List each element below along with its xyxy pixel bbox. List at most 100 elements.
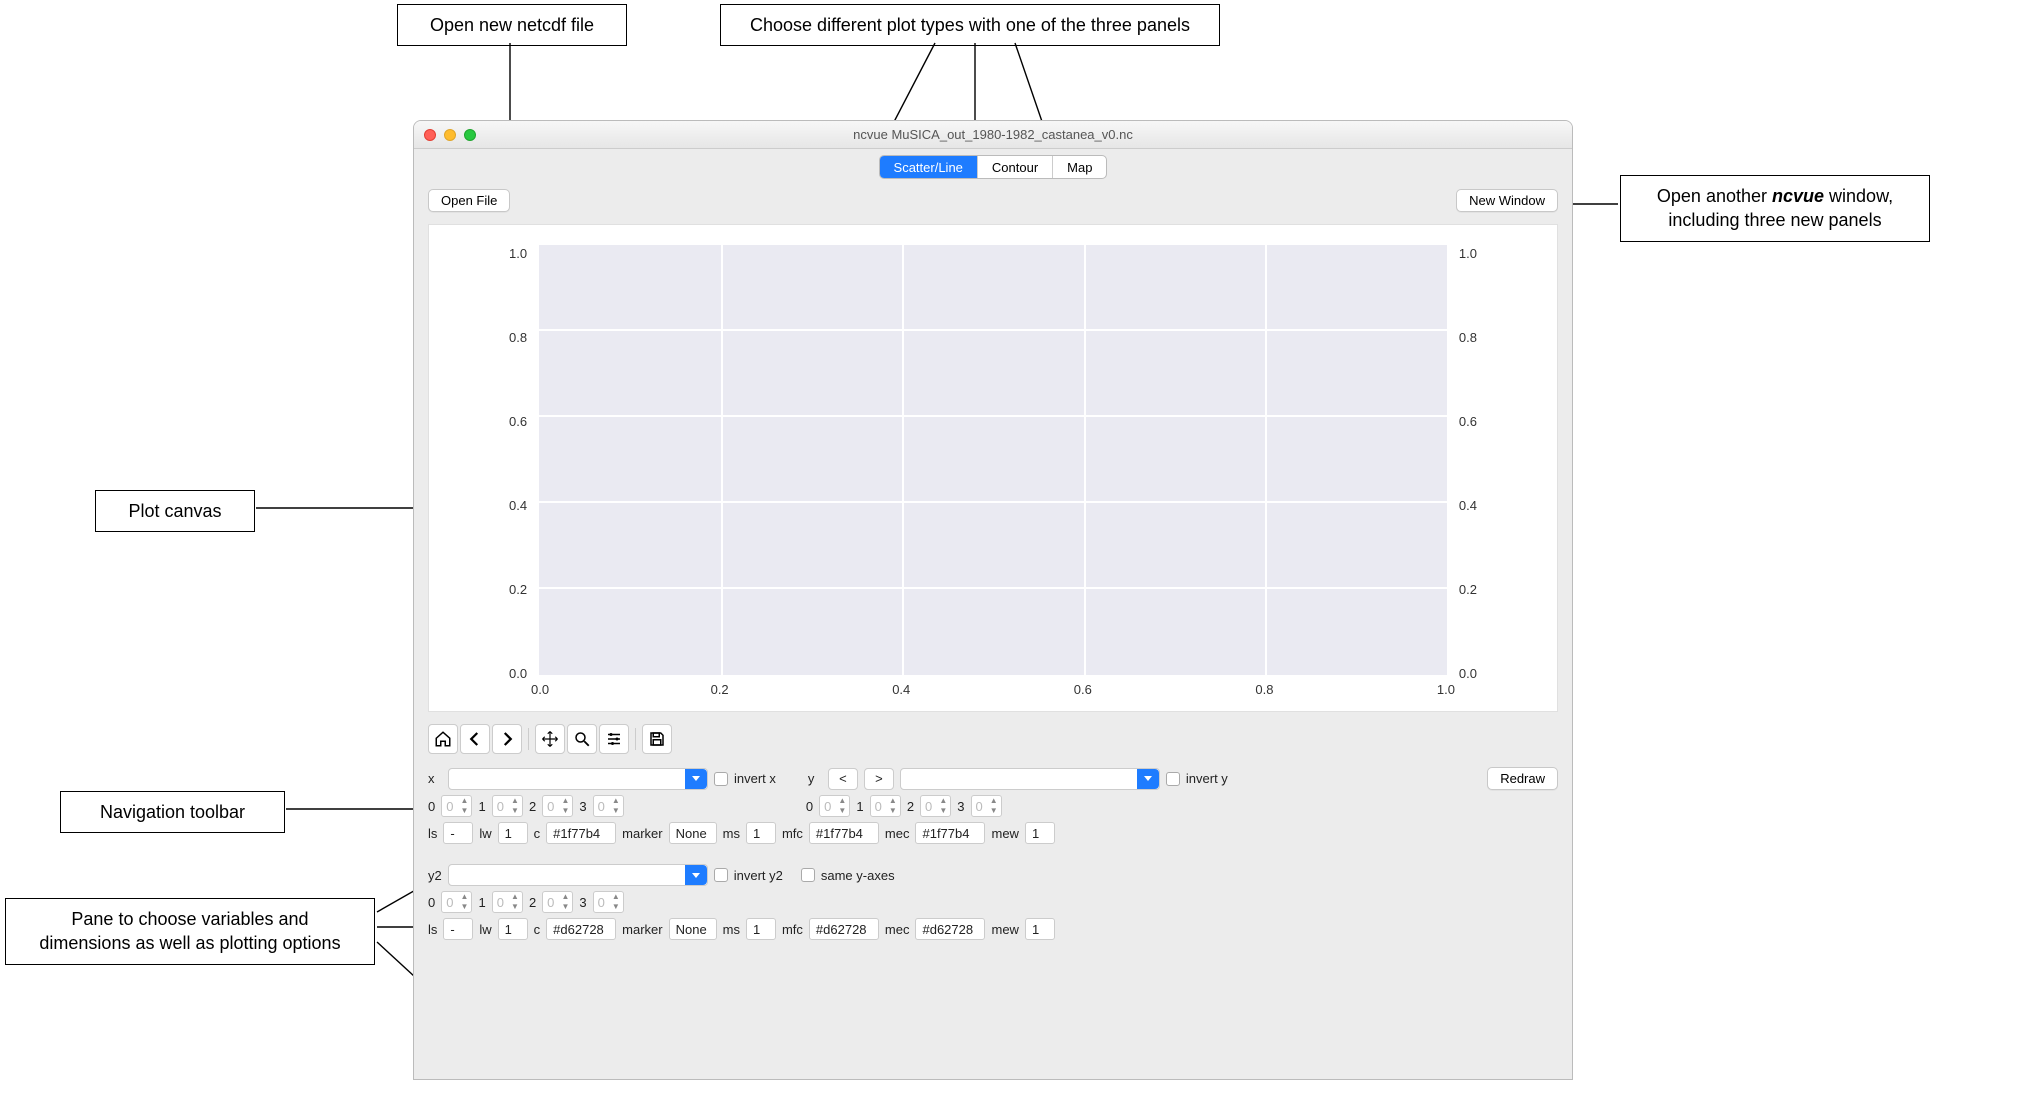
new-window-button[interactable]: New Window <box>1456 189 1558 212</box>
mec-input[interactable]: #1f77b4 <box>915 822 985 844</box>
ytick-right: 0.0 <box>1459 666 1477 681</box>
y2-dim2-spin[interactable]: 0▲▼ <box>542 891 573 913</box>
ms-input[interactable]: 1 <box>746 918 776 940</box>
marker-input[interactable]: None <box>669 822 717 844</box>
c-label: c <box>534 922 541 937</box>
invert-x-checkbox[interactable] <box>714 772 728 786</box>
y-prev-button[interactable]: < <box>828 768 858 790</box>
ytick-left: 1.0 <box>509 246 527 261</box>
lw-label: lw <box>479 922 491 937</box>
invert-y-checkbox[interactable] <box>1166 772 1180 786</box>
ytick-left: 0.8 <box>509 330 527 345</box>
x-dim1-spin[interactable]: 0▲▼ <box>492 795 523 817</box>
mew-input[interactable]: 1 <box>1025 822 1055 844</box>
dim-label: 1 <box>478 895 485 910</box>
dim-label: 2 <box>907 799 914 814</box>
mew-input[interactable]: 1 <box>1025 918 1055 940</box>
invert-y-label: invert y <box>1186 771 1228 786</box>
tab-contour[interactable]: Contour <box>978 156 1053 178</box>
y2-variable-select[interactable] <box>448 864 708 886</box>
back-icon[interactable] <box>460 724 490 754</box>
plot-canvas[interactable]: 0.0 0.2 0.4 0.6 0.8 1.0 0.0 0.2 0.4 0.6 … <box>428 224 1558 712</box>
c-input[interactable]: #1f77b4 <box>546 822 616 844</box>
dim-label: 1 <box>856 799 863 814</box>
pan-icon[interactable] <box>535 724 565 754</box>
ytick-left: 0.2 <box>509 582 527 597</box>
y-next-button[interactable]: > <box>864 768 894 790</box>
open-file-button[interactable]: Open File <box>428 189 510 212</box>
lw-input[interactable]: 1 <box>498 822 528 844</box>
dim-label: 0 <box>428 895 435 910</box>
invert-y2-checkbox[interactable] <box>714 868 728 882</box>
y-dim3-spin[interactable]: 0▲▼ <box>971 795 1002 817</box>
c-input[interactable]: #d62728 <box>546 918 616 940</box>
ytick-right: 1.0 <box>1459 246 1477 261</box>
x-dim3-spin[interactable]: 0▲▼ <box>593 795 624 817</box>
x-variable-select[interactable] <box>448 768 708 790</box>
toolbar-row: Open File New Window <box>414 185 1572 220</box>
y2-dim3-spin[interactable]: 0▲▼ <box>593 891 624 913</box>
dim-label: 0 <box>806 799 813 814</box>
callout-plot-canvas: Plot canvas <box>95 490 255 532</box>
ls-input[interactable]: - <box>443 822 473 844</box>
ls-label: ls <box>428 922 437 937</box>
callout-new-window-a: Open another <box>1657 186 1772 206</box>
marker-label: marker <box>622 922 662 937</box>
dim-label: 2 <box>529 895 536 910</box>
tab-map[interactable]: Map <box>1053 156 1106 178</box>
nav-toolbar <box>414 718 1572 758</box>
lw-label: lw <box>479 826 491 841</box>
titlebar: ncvue MuSICA_out_1980-1982_castanea_v0.n… <box>414 121 1572 149</box>
callout-new-window: Open another ncvue window, including thr… <box>1620 175 1930 242</box>
y2-label: y2 <box>428 868 442 883</box>
y-dim0-spin[interactable]: 0▲▼ <box>819 795 850 817</box>
y-dim1-spin[interactable]: 0▲▼ <box>870 795 901 817</box>
c-label: c <box>534 826 541 841</box>
y-label: y <box>808 771 822 786</box>
redraw-button[interactable]: Redraw <box>1487 767 1558 790</box>
invert-y2-label: invert y2 <box>734 868 783 883</box>
chevron-down-icon <box>685 865 707 885</box>
y-dim2-spin[interactable]: 0▲▼ <box>920 795 951 817</box>
plot-type-tabs: Scatter/Line Contour Map <box>879 155 1108 179</box>
callout-open-file: Open new netcdf file <box>397 4 627 46</box>
subplots-icon[interactable] <box>599 724 629 754</box>
tab-scatter-line[interactable]: Scatter/Line <box>880 156 978 178</box>
xtick: 0.8 <box>1255 682 1273 697</box>
x-dim2-spin[interactable]: 0▲▼ <box>542 795 573 817</box>
app-window: ncvue MuSICA_out_1980-1982_castanea_v0.n… <box>413 120 1573 1080</box>
callout-options-pane: Pane to choose variables and dimensions … <box>5 898 375 965</box>
ytick-right: 0.6 <box>1459 414 1477 429</box>
mec-label: mec <box>885 922 910 937</box>
mec-label: mec <box>885 826 910 841</box>
mew-label: mew <box>991 922 1018 937</box>
chevron-down-icon <box>1137 769 1159 789</box>
plot-wrapper: 0.0 0.2 0.4 0.6 0.8 1.0 0.0 0.2 0.4 0.6 … <box>414 220 1572 718</box>
mfc-input[interactable]: #1f77b4 <box>809 822 879 844</box>
ytick-right: 0.2 <box>1459 582 1477 597</box>
lw-input[interactable]: 1 <box>498 918 528 940</box>
zoom-rect-icon[interactable] <box>567 724 597 754</box>
forward-icon[interactable] <box>492 724 522 754</box>
callout-new-window-b: ncvue <box>1772 186 1824 206</box>
dim-label: 3 <box>957 799 964 814</box>
same-yaxes-checkbox[interactable] <box>801 868 815 882</box>
y-variable-select[interactable] <box>900 768 1160 790</box>
ytick-right: 0.4 <box>1459 498 1477 513</box>
marker-input[interactable]: None <box>669 918 717 940</box>
y2-dims-row: 0 0▲▼ 1 0▲▼ 2 0▲▼ 3 0▲▼ <box>428 891 1558 913</box>
x-dim0-spin[interactable]: 0▲▼ <box>441 795 472 817</box>
ms-label: ms <box>723 826 740 841</box>
marker-label: marker <box>622 826 662 841</box>
ls-input[interactable]: - <box>443 918 473 940</box>
y2-dim1-spin[interactable]: 0▲▼ <box>492 891 523 913</box>
save-icon[interactable] <box>642 724 672 754</box>
xtick: 0.2 <box>711 682 729 697</box>
ms-input[interactable]: 1 <box>746 822 776 844</box>
mec-input[interactable]: #d62728 <box>915 918 985 940</box>
home-icon[interactable] <box>428 724 458 754</box>
xtick: 0.6 <box>1074 682 1092 697</box>
callout-plot-types: Choose different plot types with one of … <box>720 4 1220 46</box>
y2-dim0-spin[interactable]: 0▲▼ <box>441 891 472 913</box>
mfc-input[interactable]: #d62728 <box>809 918 879 940</box>
